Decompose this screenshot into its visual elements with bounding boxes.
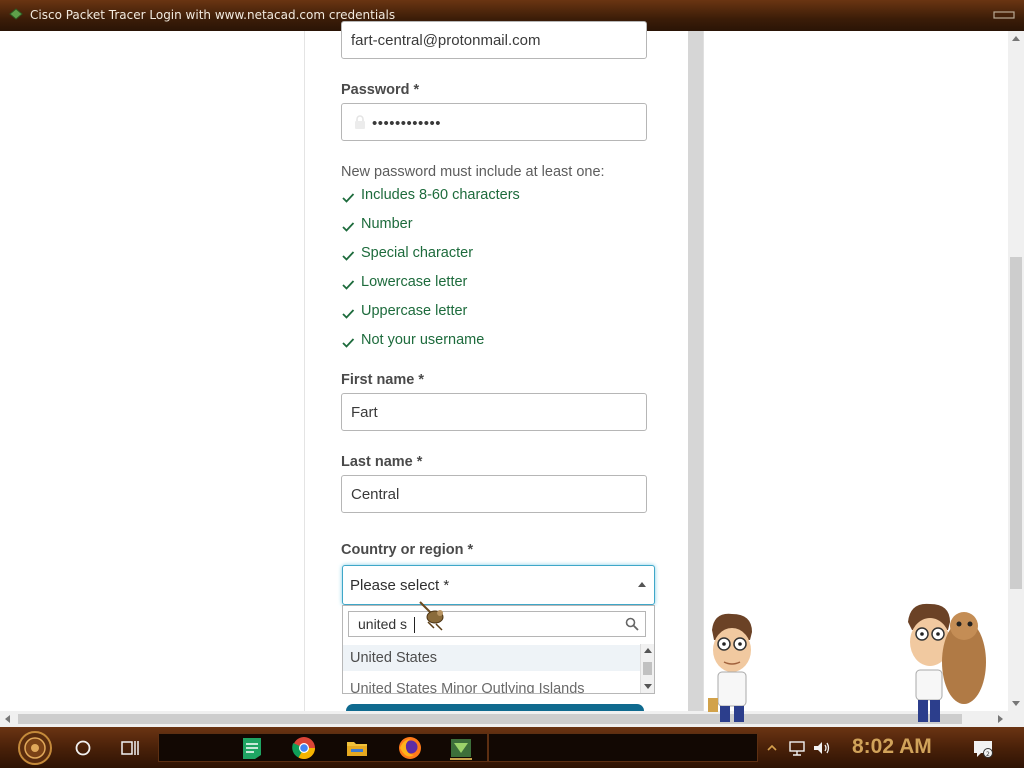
panel-divider	[688, 31, 703, 711]
password-rule-text: Not your username	[361, 332, 485, 348]
scrollbar-corner	[1008, 711, 1024, 727]
dropdown-scrollbar[interactable]	[640, 644, 654, 693]
page-horizontal-scrollbar[interactable]	[0, 711, 1008, 727]
password-rules-intro: New password must include at least one:	[341, 164, 605, 180]
scroll-down-icon[interactable]	[1012, 701, 1020, 706]
scroll-up-icon[interactable]	[1012, 36, 1020, 41]
password-value: ••••••••••••	[372, 115, 442, 132]
country-search-value: united s	[358, 616, 408, 632]
taskbar-app-area	[158, 733, 488, 762]
country-option[interactable]: United States	[343, 645, 641, 671]
country-search-input[interactable]: united s	[348, 611, 646, 637]
password-rule-text: Uppercase letter	[361, 303, 468, 319]
window-title: Cisco Packet Tracer Login with www.netac…	[30, 8, 396, 22]
first-name-field[interactable]: Fart	[341, 393, 647, 431]
file-explorer-icon[interactable]	[344, 735, 370, 761]
checkmark-icon	[342, 251, 355, 261]
scroll-left-icon[interactable]	[5, 715, 10, 723]
notifications-icon[interactable]: 2	[972, 738, 994, 760]
chevron-up-icon[interactable]	[766, 742, 778, 754]
country-dropdown: united s United States United States Min…	[342, 605, 655, 694]
country-select[interactable]: Please select *	[342, 565, 655, 605]
password-rule-text: Number	[361, 216, 413, 232]
country-option-label: United States	[350, 650, 438, 666]
packet-tracer-icon[interactable]	[448, 735, 474, 761]
cursor-icon	[419, 601, 444, 631]
password-rule-text: Lowercase letter	[361, 274, 468, 290]
svg-text:2: 2	[986, 751, 990, 758]
email-field[interactable]: fart-central@protonmail.com	[341, 21, 647, 59]
scroll-thumb[interactable]	[18, 714, 962, 724]
first-name-value: Fart	[351, 404, 378, 421]
network-icon[interactable]	[788, 739, 806, 757]
cartoon-character-left	[708, 613, 752, 722]
password-field[interactable]: ••••••••••••	[341, 103, 647, 141]
checkmark-icon	[342, 280, 355, 290]
password-label: Password *	[341, 82, 420, 98]
country-select-value: Please select *	[350, 577, 450, 594]
country-label: Country or region *	[341, 542, 474, 558]
first-name-label: First name *	[341, 372, 424, 388]
caret-up-icon	[638, 582, 646, 587]
cortana-icon[interactable]	[73, 738, 93, 758]
scroll-thumb[interactable]	[643, 662, 652, 675]
task-view-icon[interactable]	[120, 738, 140, 758]
submit-button[interactable]	[346, 704, 644, 711]
window-restore-icon[interactable]	[992, 10, 1016, 20]
scroll-up-icon[interactable]	[644, 648, 652, 653]
last-name-label: Last name *	[341, 454, 423, 470]
volume-icon[interactable]	[812, 739, 832, 757]
checkmark-icon	[342, 193, 355, 203]
search-icon	[625, 617, 639, 631]
scroll-right-icon[interactable]	[998, 715, 1003, 723]
email-value: fart-central@protonmail.com	[351, 32, 541, 49]
sheets-icon[interactable]	[239, 735, 265, 761]
country-option[interactable]: United States Minor Outlying Islands	[343, 676, 641, 694]
checkmark-icon	[342, 309, 355, 319]
lock-icon	[355, 115, 365, 129]
country-option-label: United States Minor Outlying Islands	[350, 681, 585, 694]
taskbar-empty-area	[488, 733, 758, 762]
chrome-icon[interactable]	[291, 735, 317, 761]
password-rule-text: Special character	[361, 245, 474, 261]
text-caret	[414, 617, 415, 633]
last-name-value: Central	[351, 486, 400, 503]
scroll-down-icon[interactable]	[644, 684, 652, 689]
checkmark-icon	[342, 338, 355, 348]
checkmark-icon	[342, 222, 355, 232]
firefox-icon[interactable]	[397, 735, 423, 761]
scroll-thumb[interactable]	[1010, 257, 1022, 589]
taskbar-clock[interactable]: 8:02 AM	[852, 735, 932, 759]
start-button[interactable]	[12, 730, 58, 766]
last-name-field[interactable]: Central	[341, 475, 647, 513]
packet-tracer-app-icon	[9, 8, 23, 20]
left-background	[0, 31, 305, 711]
password-rule-text: Includes 8-60 characters	[361, 187, 520, 203]
cartoon-character-right	[908, 603, 986, 722]
page-vertical-scrollbar[interactable]	[1008, 31, 1024, 711]
